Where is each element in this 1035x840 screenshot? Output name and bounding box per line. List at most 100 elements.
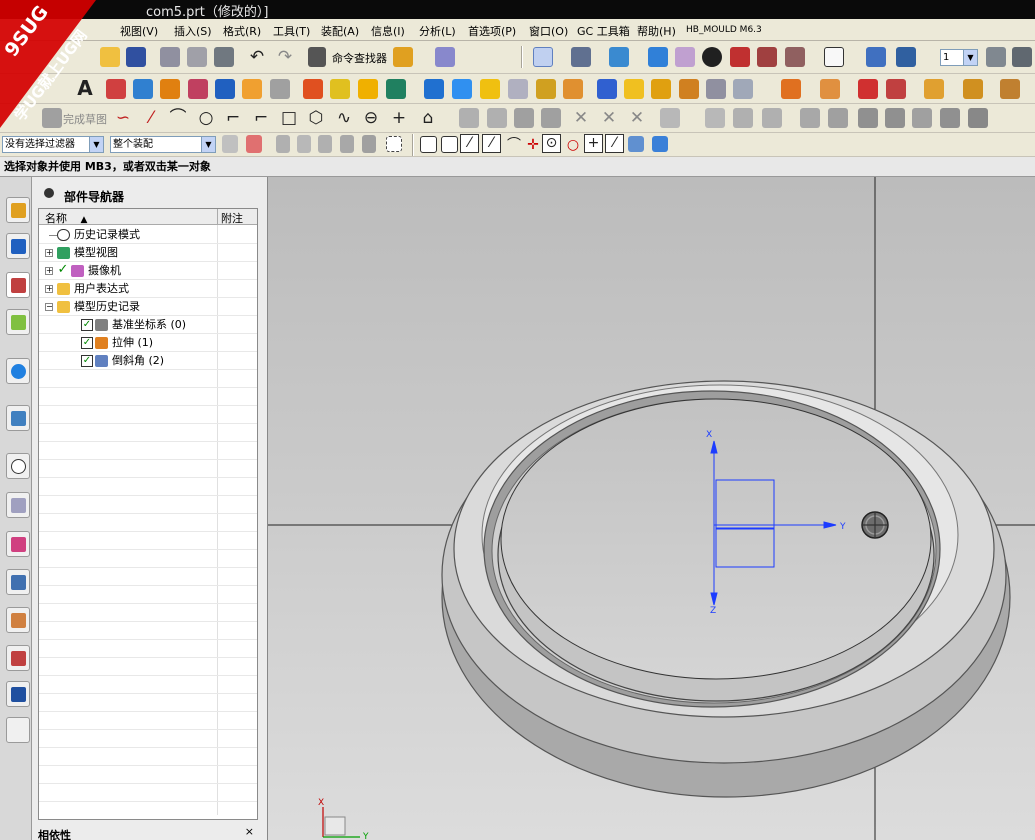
- hole-tool-icon[interactable]: [188, 79, 208, 99]
- reuse-library-tab[interactable]: [6, 309, 30, 335]
- thread-tool-icon[interactable]: [536, 79, 556, 99]
- manufacturing-wizards-tab[interactable]: [6, 569, 30, 595]
- tree-node[interactable]: + ✓ 摄像机: [39, 262, 217, 280]
- undo-icon[interactable]: ↶: [246, 46, 268, 68]
- clipping-icon[interactable]: [785, 47, 805, 67]
- menu-hb-mould[interactable]: HB_MOULD M6.3: [686, 25, 762, 35]
- selection-icon[interactable]: [435, 47, 455, 67]
- partial-shading-icon[interactable]: [757, 47, 777, 67]
- chamfer-tool-icon[interactable]: [452, 79, 472, 99]
- tree-node[interactable]: + 用户表达式: [39, 280, 217, 298]
- expand-icon[interactable]: +: [45, 267, 53, 275]
- scale-tool-icon[interactable]: [679, 79, 699, 99]
- tree-node[interactable]: ✓ 倒斜角 (2): [39, 352, 217, 370]
- resize-blend-icon[interactable]: [924, 79, 944, 99]
- mirror-tool-icon[interactable]: [563, 79, 583, 99]
- menu-assemblies[interactable]: 装配(A): [321, 23, 359, 39]
- intersect-tool-icon[interactable]: [358, 79, 378, 99]
- delete-face-icon[interactable]: [858, 79, 878, 99]
- menu-analysis[interactable]: 分析(L): [419, 23, 456, 39]
- constrain-face-icon[interactable]: [963, 79, 983, 99]
- shell-tool-icon[interactable]: [480, 79, 500, 99]
- mould-wizard-tab[interactable]: [6, 681, 30, 707]
- alternate-solution-icon[interactable]: [828, 108, 848, 128]
- polygon-icon[interactable]: ⬡: [305, 107, 327, 129]
- general-selection-icon[interactable]: [222, 135, 238, 153]
- column-name-header[interactable]: 名称 ▲: [45, 210, 87, 226]
- visibility-checkbox[interactable]: ✓: [57, 263, 69, 277]
- snap-point-icon[interactable]: [246, 135, 262, 153]
- tree-node[interactable]: ✓ 基准坐标系 (0): [39, 316, 217, 334]
- pattern-tool-icon[interactable]: [597, 79, 617, 99]
- feature-curve-icon[interactable]: [276, 135, 290, 153]
- synchronous-move-icon[interactable]: [781, 79, 801, 99]
- rotate-view-icon[interactable]: [571, 47, 591, 67]
- subtract-tool-icon[interactable]: [330, 79, 350, 99]
- box-selection-icon[interactable]: [386, 136, 402, 152]
- tree-node[interactable]: + 模型视图: [39, 244, 217, 262]
- point-on-curve-icon[interactable]: ○: [562, 134, 584, 156]
- stop-at-intersection-icon[interactable]: [362, 135, 376, 153]
- revolve-tool-icon[interactable]: [160, 79, 180, 99]
- trim-body-tool-icon[interactable]: [386, 79, 406, 99]
- selection-intent-icon[interactable]: [340, 135, 354, 153]
- point-on-face-icon[interactable]: +: [584, 134, 603, 153]
- face-analysis-icon[interactable]: [730, 47, 750, 67]
- pin-icon[interactable]: [44, 188, 54, 198]
- rectangle-icon[interactable]: □: [278, 107, 300, 129]
- face-rule-icon[interactable]: [297, 135, 311, 153]
- existing-point-icon[interactable]: ⊙: [542, 134, 561, 153]
- shaded-icon[interactable]: [609, 47, 629, 67]
- control-point-icon[interactable]: ⁄: [460, 134, 479, 153]
- point-icon[interactable]: +: [388, 107, 410, 129]
- visibility-checkbox[interactable]: ✓: [81, 337, 93, 349]
- edge-blend-tool-icon[interactable]: [424, 79, 444, 99]
- circle-icon[interactable]: ○: [195, 107, 217, 129]
- chevron-down-icon[interactable]: ▼: [963, 50, 977, 65]
- bounded-grid-point-icon[interactable]: ⁄: [605, 134, 624, 153]
- offset-face-tool-icon[interactable]: [651, 79, 671, 99]
- ring-body[interactable]: [441, 380, 1011, 798]
- graphics-window[interactable]: X Y Z X Y: [268, 177, 1035, 840]
- menu-insert[interactable]: 插入(S): [174, 23, 212, 39]
- offset-curve-icon[interactable]: ⌂: [417, 107, 439, 129]
- dependencies-pane-header[interactable]: 相依性 ×: [38, 825, 258, 840]
- palettes-tab[interactable]: [6, 405, 30, 431]
- replace-face-icon[interactable]: [886, 79, 906, 99]
- inferred-constraints-icon[interactable]: [858, 108, 878, 128]
- continuous-dimension-icon[interactable]: [912, 108, 932, 128]
- quadrant-point-icon[interactable]: ✛: [522, 134, 544, 156]
- cut-icon[interactable]: [160, 47, 180, 67]
- shaded-edges-icon[interactable]: [648, 47, 668, 67]
- sew-tool-icon[interactable]: [624, 79, 644, 99]
- pocket-tool-icon[interactable]: [242, 79, 262, 99]
- quick-extend-icon[interactable]: ✕: [570, 107, 592, 129]
- pull-face-icon[interactable]: [820, 79, 840, 99]
- studio-icon[interactable]: [702, 47, 722, 67]
- expand-icon[interactable]: +: [45, 285, 53, 293]
- show-hide-icon[interactable]: [393, 47, 413, 67]
- copy-icon[interactable]: [187, 47, 207, 67]
- boss-tool-icon[interactable]: [215, 79, 235, 99]
- measure-tool-icon[interactable]: [733, 79, 753, 99]
- create-inferred-icon[interactable]: [885, 108, 905, 128]
- expand-icon[interactable]: +: [45, 249, 53, 257]
- constraint-icon[interactable]: [705, 108, 725, 128]
- column-notes-header[interactable]: 附注: [221, 210, 243, 226]
- auto-constrain-icon[interactable]: [733, 108, 753, 128]
- derived-lines-icon[interactable]: ✕: [626, 107, 648, 129]
- dimension-icon[interactable]: [660, 108, 680, 128]
- unite-tool-icon[interactable]: [303, 79, 323, 99]
- curve-rule-icon[interactable]: [318, 135, 332, 153]
- animate-dimension-icon[interactable]: [940, 108, 960, 128]
- show-constraints-icon[interactable]: [762, 108, 782, 128]
- move-layer-icon[interactable]: [986, 47, 1006, 67]
- tree-node[interactable]: − 模型历史记录: [39, 298, 217, 316]
- relations-browser-icon[interactable]: [968, 108, 988, 128]
- tangent-point-icon[interactable]: [628, 136, 644, 152]
- menu-help[interactable]: 帮助(H): [637, 23, 676, 39]
- chamfer-sketch-icon[interactable]: ⌐: [250, 107, 272, 129]
- pattern-curve-icon[interactable]: [459, 108, 479, 128]
- sketch-tool-icon[interactable]: [706, 79, 726, 99]
- menu-format[interactable]: 格式(R): [223, 23, 261, 39]
